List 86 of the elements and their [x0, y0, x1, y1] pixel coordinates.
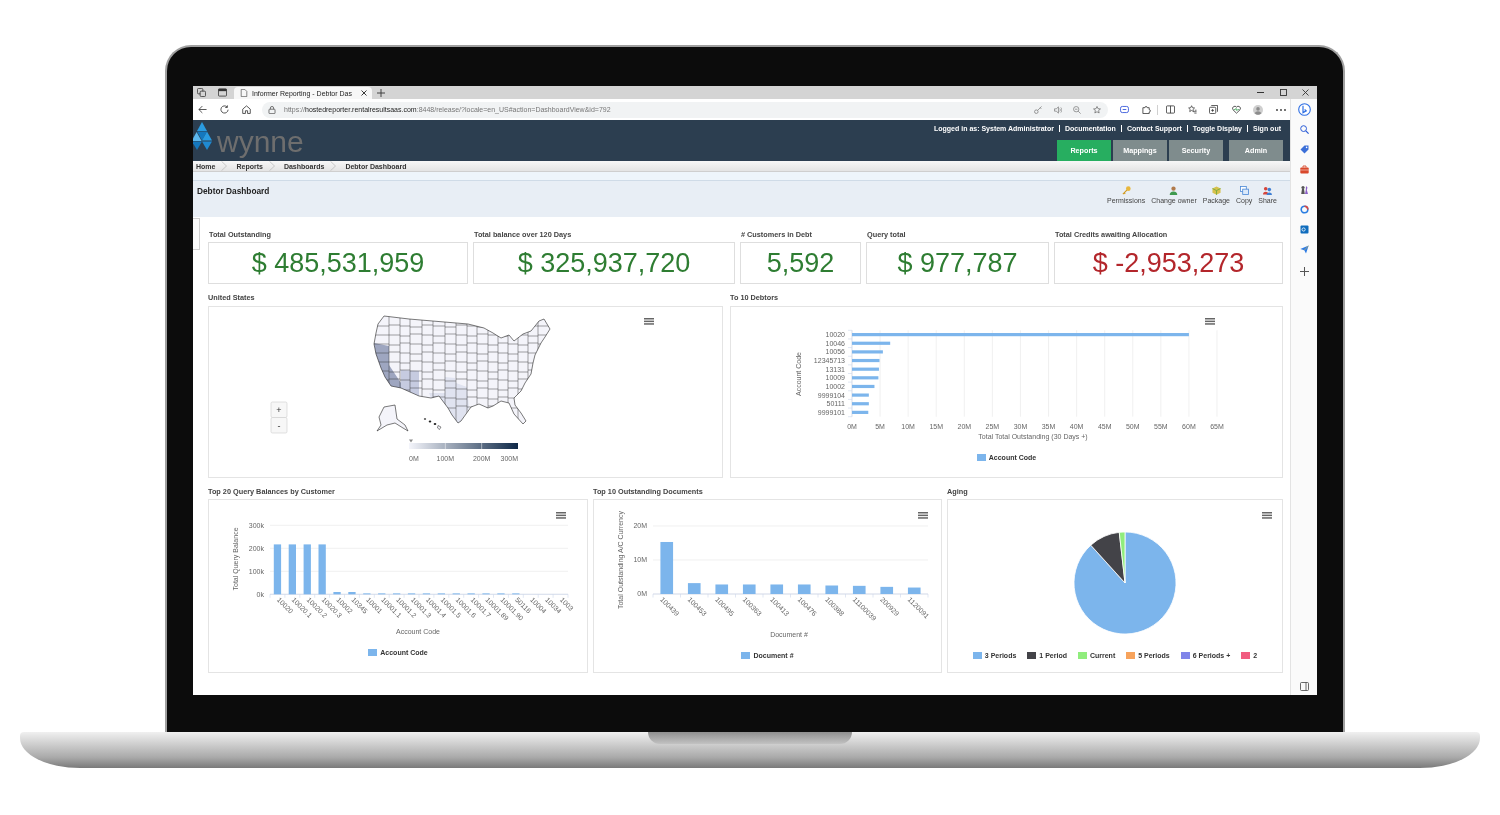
plus-icon[interactable]	[377, 88, 385, 97]
bar	[852, 410, 869, 414]
people-icon	[1263, 186, 1273, 195]
box-icon	[1211, 186, 1221, 195]
mail-icon[interactable]	[1299, 225, 1309, 234]
refresh-icon[interactable]	[220, 105, 229, 114]
chevron-icon	[221, 161, 228, 171]
bar	[687, 583, 701, 594]
bar	[715, 584, 729, 594]
bar	[825, 585, 839, 594]
search-icon[interactable]	[1299, 125, 1309, 134]
bar	[303, 544, 311, 595]
legend-swatch-icon	[741, 651, 751, 659]
split-screen-icon[interactable]	[1166, 105, 1175, 114]
zoom-button[interactable]: -	[270, 417, 288, 434]
back-icon[interactable]	[198, 105, 207, 114]
kpi-value: 5,592	[766, 247, 835, 279]
legend-swatch-icon	[1027, 651, 1037, 659]
bar	[288, 544, 296, 595]
bar	[273, 544, 282, 595]
home-icon[interactable]	[242, 105, 251, 114]
maximize-icon[interactable]	[1280, 89, 1287, 96]
bar	[797, 584, 811, 594]
window-icon[interactable]	[1120, 105, 1129, 114]
bar	[852, 384, 875, 389]
plus-icon[interactable]	[1299, 267, 1309, 276]
chevron-icon	[268, 161, 275, 171]
bar	[852, 341, 891, 345]
kpi-value: $ 977,787	[897, 247, 1018, 279]
close-icon[interactable]	[361, 90, 367, 96]
legend-swatch-icon	[1077, 651, 1087, 659]
bar	[660, 542, 674, 594]
lock-icon	[268, 105, 276, 114]
bar	[880, 586, 894, 594]
legend-swatch-icon	[368, 648, 378, 656]
colored-ring-icon[interactable]	[1299, 205, 1309, 214]
legend-swatch-icon	[972, 651, 982, 659]
paper-plane-icon[interactable]	[1299, 245, 1309, 254]
avatar-icon[interactable]	[1253, 104, 1263, 115]
logo-text: wynne	[217, 127, 304, 157]
briefcase-icon[interactable]	[1299, 165, 1309, 174]
heart-icon[interactable]	[1232, 105, 1241, 114]
collections-icon[interactable]	[1209, 105, 1218, 114]
bar	[852, 393, 869, 397]
legend-swatch-icon	[1126, 651, 1136, 659]
legend-swatch-icon	[1180, 651, 1190, 659]
bar	[852, 376, 879, 380]
bar	[333, 592, 341, 595]
favorites-icon[interactable]	[1188, 105, 1197, 114]
bar	[318, 544, 326, 595]
bar	[742, 584, 756, 594]
zoom-button[interactable]: +	[270, 401, 288, 418]
bar	[348, 592, 356, 595]
star-icon[interactable]	[1093, 105, 1101, 114]
workspaces-icon[interactable]	[197, 88, 206, 97]
chess-icon[interactable]	[1299, 185, 1309, 194]
bar	[852, 367, 879, 371]
key-icon	[1121, 186, 1131, 195]
copy-icon	[1239, 186, 1249, 195]
kpi-value: $ 325,937,720	[517, 247, 691, 279]
bar	[770, 584, 784, 594]
bar	[852, 585, 866, 594]
page-title: Debtor Dashboard	[197, 186, 270, 196]
menu-icon[interactable]	[556, 512, 566, 519]
tag-icon[interactable]	[1299, 145, 1309, 154]
bar	[852, 402, 869, 406]
more-icon[interactable]	[1276, 108, 1286, 111]
page-icon	[240, 89, 248, 97]
tab-actions-icon[interactable]	[218, 88, 227, 97]
person-icon	[1169, 186, 1179, 195]
puzzle-icon[interactable]	[1142, 105, 1151, 114]
close-icon[interactable]	[1302, 89, 1309, 96]
chevron-icon	[330, 161, 337, 171]
menu-icon[interactable]	[644, 318, 654, 325]
bar	[852, 350, 883, 354]
legend-swatch-icon	[976, 453, 986, 461]
legend-swatch-icon	[1241, 651, 1251, 659]
kpi-value: $ -2,953,273	[1092, 247, 1245, 279]
kpi-value: $ 485,531,959	[251, 247, 425, 279]
menu-icon[interactable]	[1262, 512, 1272, 519]
bar	[907, 587, 921, 594]
menu-icon[interactable]	[918, 512, 928, 519]
panel-icon[interactable]	[1299, 682, 1309, 691]
ring-logo-icon[interactable]	[1297, 103, 1311, 116]
menu-icon[interactable]	[1205, 318, 1215, 325]
bar	[852, 358, 880, 363]
